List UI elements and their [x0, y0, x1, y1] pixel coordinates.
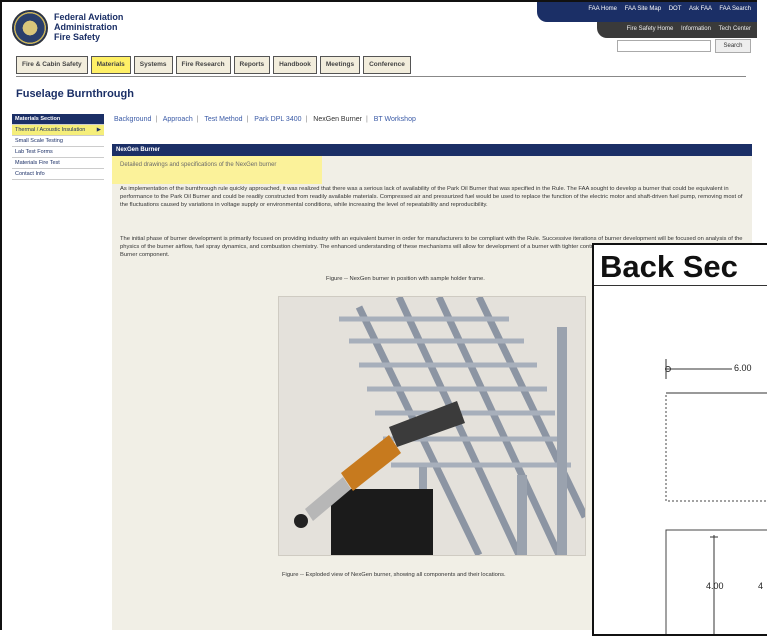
paragraph-intro: As implementation of the burnthrough rul… [120, 186, 743, 208]
dimension-label: 4.00 [706, 581, 724, 591]
sidebar-item-small-scale[interactable]: Small Scale Testing [12, 136, 104, 147]
sub-navigation: Background | Approach | Test Method | Park … [114, 116, 420, 123]
sub-link-fire-safety-home[interactable]: Fire Safety Home [627, 26, 674, 32]
search-input[interactable] [617, 40, 711, 52]
top-link-ask-faa[interactable]: Ask FAA [689, 6, 712, 12]
dimension-label: 4 [758, 581, 764, 591]
subtab-background[interactable]: Background [114, 116, 151, 123]
search-button[interactable]: Search [715, 39, 751, 53]
sidebar-item-materials-section[interactable]: Materials Section [12, 114, 104, 125]
tab-systems[interactable]: Systems [133, 56, 173, 74]
tab-conference[interactable]: Conference [363, 56, 411, 74]
dimension-label: 6.00 [734, 363, 752, 373]
figure-caption-bottom: Figure -- Exploded view of NexGen burner… [282, 572, 506, 578]
top-link-faa-search[interactable]: FAA Search [719, 6, 751, 12]
subtab-bt-workshop[interactable]: BT Workshop [374, 116, 416, 123]
agency-line: Federal Aviation [54, 12, 124, 22]
separator: | [196, 116, 199, 123]
drawing-overlay-window: Back Sec 6.00 4.00 4 [592, 243, 767, 636]
sidebar-item-lab-test-forms[interactable]: Lab Test Forms [12, 147, 104, 158]
tab-meetings[interactable]: Meetings [319, 56, 361, 74]
figure-caption-top: Figure -- NexGen burner in position with… [326, 276, 485, 282]
top-link-faa-home[interactable]: FAA Home [588, 6, 617, 12]
burner-figure-image [278, 296, 586, 556]
sidebar: Materials Section ▶ Thermal / Acoustic I… [12, 114, 104, 630]
sub-link-information[interactable]: Information [681, 26, 711, 32]
separator: | [246, 116, 249, 123]
top-link-site-map[interactable]: FAA Site Map [625, 6, 661, 12]
subtab-test-method[interactable]: Test Method [204, 116, 242, 123]
tab-reports[interactable]: Reports [233, 56, 271, 74]
chevron-right-icon: ▶ [96, 127, 101, 133]
separator: | [305, 116, 308, 123]
site-header: Federal Aviation Administration Fire Saf… [2, 2, 757, 53]
sidebar-item-materials-fire-test[interactable]: Materials Fire Test [12, 158, 104, 169]
sidebar-item-insulation[interactable]: ▶ Thermal / Acoustic Insulation [12, 125, 104, 136]
top-nav-bar: FAA Home FAA Site Map DOT Ask FAA FAA Se… [537, 2, 757, 22]
top-link-dot[interactable]: DOT [669, 6, 682, 12]
subtab-nexgen-burner[interactable]: NexGen Burner [313, 116, 362, 123]
sub-link-tech-center[interactable]: Tech Center [719, 26, 751, 32]
agency-line: Administration [54, 22, 118, 32]
tab-fire-research[interactable]: Fire Research [175, 56, 231, 74]
subtab-park-dpl[interactable]: Park DPL 3400 [254, 116, 301, 123]
page-title: Fuselage Burnthrough [16, 88, 134, 100]
main-tabs: Fire & Cabin Safety Materials Systems Fi… [16, 56, 414, 76]
tab-divider [16, 76, 746, 77]
faa-seal-logo[interactable] [12, 10, 48, 46]
secondary-nav-bar: Fire Safety Home Information Tech Center [597, 22, 757, 38]
sidebar-item-contact-info[interactable]: Contact Info [12, 169, 104, 180]
tab-materials[interactable]: Materials [90, 56, 131, 74]
tab-handbook[interactable]: Handbook [273, 56, 317, 74]
subtab-approach[interactable]: Approach [163, 116, 193, 123]
highlight-box [112, 156, 322, 184]
burner-render [279, 297, 585, 555]
sidebar-item-label: Thermal / Acoustic Insulation [15, 127, 86, 133]
separator: | [365, 116, 368, 123]
agency-line: Fire Safety [54, 32, 101, 42]
content-heading: NexGen Burner [112, 144, 752, 156]
drawing-lines [665, 359, 767, 634]
drawings-note[interactable]: Detailed drawings and specifications of … [120, 162, 276, 168]
separator: | [155, 116, 158, 123]
tab-fire-cabin-safety[interactable]: Fire & Cabin Safety [16, 56, 88, 74]
agency-name[interactable]: Federal Aviation Administration Fire Saf… [54, 12, 123, 42]
